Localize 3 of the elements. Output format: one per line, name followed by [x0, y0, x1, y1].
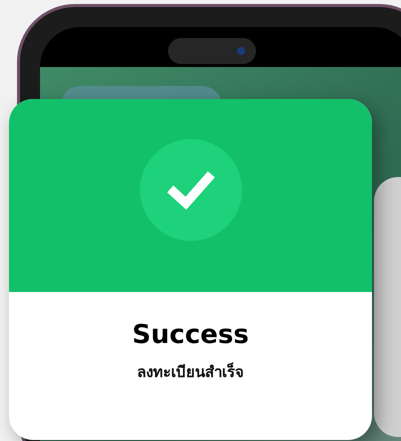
dialog-title: Success [132, 320, 249, 350]
checkmark-icon [140, 138, 242, 240]
dialog-message: ลงทะเบียนสำเร็จ [137, 362, 244, 383]
